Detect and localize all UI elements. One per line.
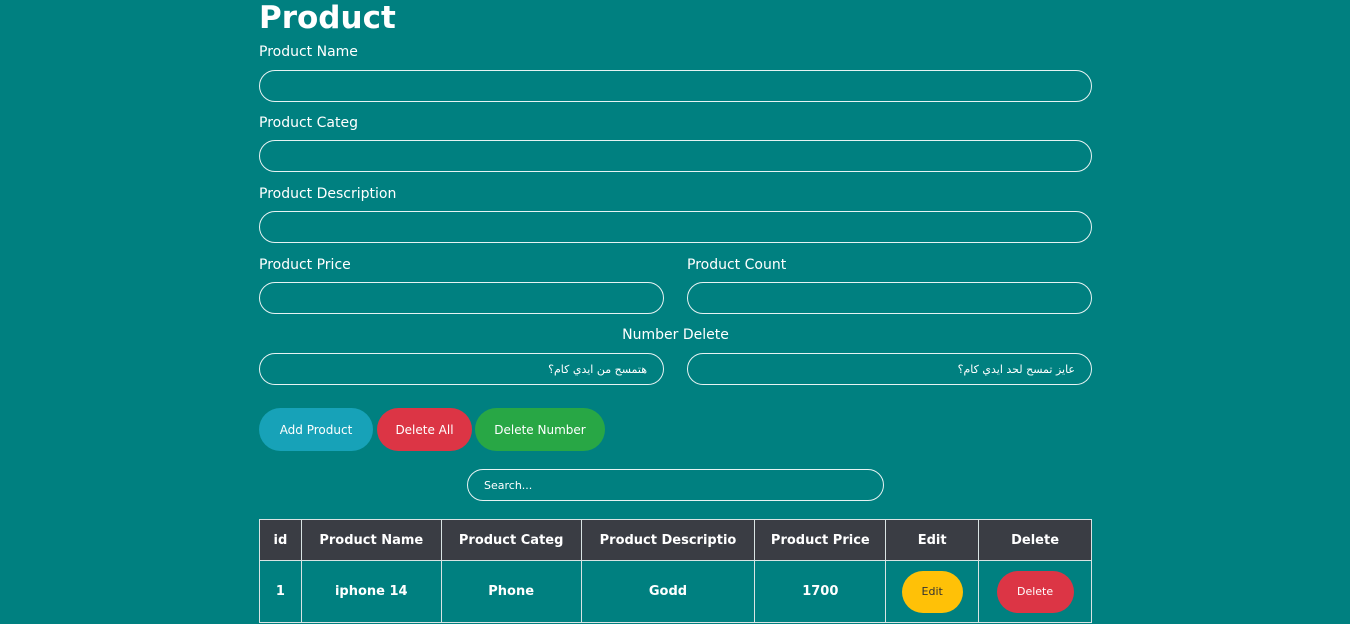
search-input[interactable] xyxy=(467,469,884,501)
delete-all-button[interactable]: Delete All xyxy=(377,408,472,451)
column-header-edit: Edit xyxy=(885,519,980,561)
product-name-input[interactable] xyxy=(259,70,1092,102)
add-product-button[interactable]: Add Product xyxy=(259,408,373,451)
cell-edit: Edit xyxy=(885,560,980,623)
table-row: 1 iphone 14 Phone Godd 1700 Edit Delete xyxy=(259,560,1092,623)
column-header-product-categ: Product Categ xyxy=(440,519,582,561)
delete-from-id-input[interactable] xyxy=(259,353,664,385)
delete-number-button[interactable]: Delete Number xyxy=(475,408,605,451)
column-header-id: id xyxy=(259,519,302,561)
cell-product-price: 1700 xyxy=(754,560,887,623)
product-count-input[interactable] xyxy=(687,282,1092,314)
cell-id: 1 xyxy=(259,560,302,623)
product-description-label: Product Description xyxy=(259,186,397,202)
product-count-label: Product Count xyxy=(687,257,787,273)
products-table: id Product Name Product Categ Product De… xyxy=(259,519,1092,623)
table-header-row: id Product Name Product Categ Product De… xyxy=(259,519,1092,561)
edit-button[interactable]: Edit xyxy=(901,570,963,613)
product-price-label: Product Price xyxy=(259,257,351,273)
product-name-label: Product Name xyxy=(259,44,358,60)
page-title: Product xyxy=(259,0,396,36)
product-description-input[interactable] xyxy=(259,211,1092,243)
column-header-product-description: Product Descriptio xyxy=(580,519,756,561)
cell-delete: Delete xyxy=(978,560,1092,623)
column-header-delete: Delete xyxy=(978,519,1092,561)
column-header-product-name: Product Name xyxy=(300,519,442,561)
delete-to-id-input[interactable] xyxy=(687,353,1092,385)
delete-button[interactable]: Delete xyxy=(996,570,1074,613)
product-price-input[interactable] xyxy=(259,282,664,314)
cell-product-categ: Phone xyxy=(440,560,582,623)
number-delete-label: Number Delete xyxy=(622,327,729,343)
cell-product-name: iphone 14 xyxy=(300,560,442,623)
product-categ-input[interactable] xyxy=(259,140,1092,172)
cell-product-description: Godd xyxy=(580,560,756,623)
product-categ-label: Product Categ xyxy=(259,115,358,131)
column-header-product-price: Product Price xyxy=(754,519,887,561)
